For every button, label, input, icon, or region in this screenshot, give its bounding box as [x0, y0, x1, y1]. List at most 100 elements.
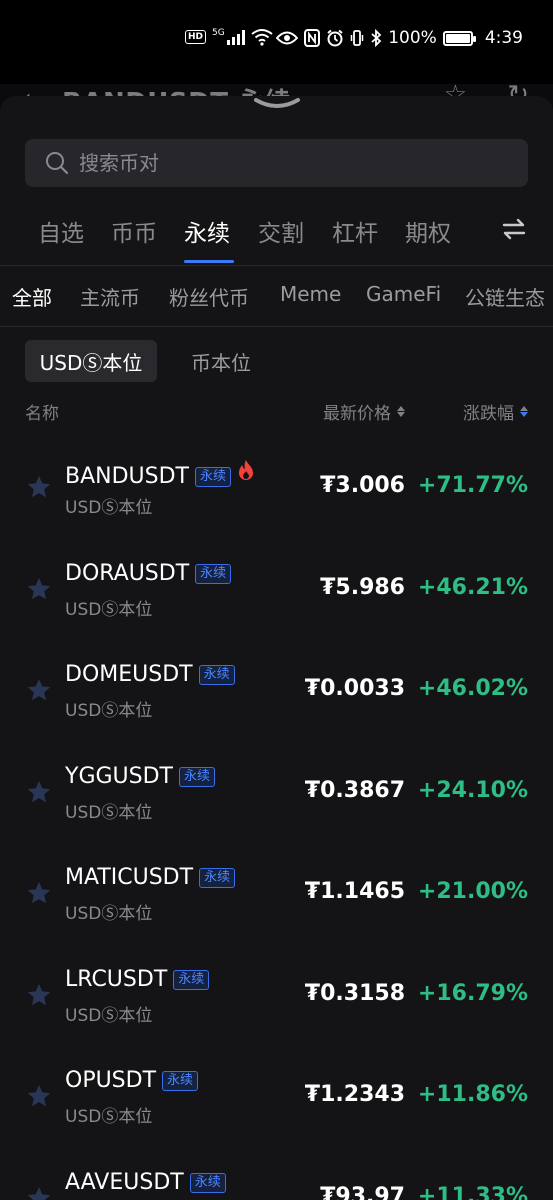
market-tabs: 自选 币币 永续 交割 杠杆 期权 [0, 204, 553, 266]
category-mainstream[interactable]: 主流币 [80, 282, 140, 311]
battery-fill [445, 33, 470, 43]
star-icon[interactable] [26, 576, 52, 602]
category-public-chain[interactable]: 公链生态 [465, 282, 545, 311]
pair-symbol: YGGUSDT [65, 763, 173, 789]
perpetual-tag: 永续 [162, 1071, 199, 1091]
segment-coin-margined[interactable]: 币本位 [172, 340, 270, 382]
pair-symbol-cell: MATICUSDT 永续 [65, 865, 236, 890]
pair-symbol-cell: YGGUSDT 永续 [65, 764, 215, 789]
pair-change: +11.33% [417, 1183, 528, 1200]
column-name: 名称 [25, 399, 59, 424]
pair-symbol: BANDUSDT [65, 464, 189, 489]
column-price-label: 最新价格 [323, 404, 391, 424]
status-bar: HD 5G 100% 4:39 [0, 0, 553, 84]
pair-symbol: DOMEUSDT [65, 662, 193, 687]
pair-margin-type: USDⓈ本位 [65, 498, 153, 518]
pair-price: ₮0.3158 [304, 980, 405, 1006]
pair-price: ₮1.1465 [304, 879, 405, 904]
category-all[interactable]: 全部 [12, 282, 52, 311]
perpetual-tag: 永续 [173, 969, 210, 990]
battery-percent: 100% [388, 28, 437, 48]
star-icon[interactable] [26, 1083, 52, 1109]
star-icon[interactable] [26, 474, 52, 500]
column-change-label: 涨跌幅 [463, 404, 514, 424]
pair-change: +24.10% [417, 777, 528, 803]
category-fan-tokens[interactable]: 粉丝代币 [169, 282, 249, 311]
pair-symbol-cell: OPUSDT 永续 [65, 1068, 199, 1093]
pair-row[interactable]: OPUSDT 永续 USDⓈ本位 ₮1.2343 +11.86% [0, 1052, 553, 1153]
pair-selector-sheet: 自选 币币 永续 交割 杠杆 期权 全部 主流币 粉丝代币 Meme GameF… [0, 96, 553, 1200]
tab-favorites[interactable]: 自选 [38, 214, 84, 248]
pair-row[interactable]: BANDUSDT 永续 USDⓈ本位 ₮3.006 +71.77% [0, 443, 553, 544]
pair-symbol-cell: BANDUSDT 永续 [65, 459, 255, 489]
perpetual-tag: 永续 [198, 665, 235, 685]
status-left: HD 5G [185, 28, 273, 46]
divider [0, 326, 553, 327]
active-tab-indicator [184, 260, 234, 263]
pair-symbol-cell: DORAUSDT 永续 [65, 560, 232, 586]
pair-symbol-cell: LRCUSDT 永续 [65, 966, 210, 992]
bluetooth-icon [371, 29, 382, 47]
tab-options[interactable]: 期权 [405, 214, 451, 248]
column-change-sort[interactable]: 涨跌幅 [463, 399, 528, 424]
pair-row[interactable]: YGGUSDT 永续 USDⓈ本位 ₮0.3867 +24.10% [0, 748, 553, 849]
column-name-label: 名称 [25, 404, 59, 424]
pair-price: ₮0.3867 [304, 777, 405, 803]
star-icon[interactable] [26, 880, 52, 906]
network-label: 5G [212, 28, 225, 38]
pair-change: +46.02% [417, 676, 528, 701]
pair-price: ₮5.986 [320, 574, 405, 600]
pair-symbol-cell: AAVEUSDT 永续 [65, 1170, 226, 1195]
pair-change: +46.21% [417, 574, 528, 600]
perpetual-tag: 永续 [178, 766, 215, 787]
clock: 4:39 [484, 28, 523, 48]
pair-symbol: OPUSDT [65, 1068, 157, 1093]
column-price-sort[interactable]: 最新价格 [323, 399, 405, 424]
eye-icon [276, 31, 299, 45]
category-tabs: 全部 主流币 粉丝代币 Meme GameFi 公链生态 [0, 266, 553, 326]
pair-margin-type: USDⓈ本位 [65, 802, 153, 823]
pair-symbol: DORAUSDT [65, 560, 190, 586]
pair-row[interactable]: DOMEUSDT 永续 USDⓈ本位 ₮0.0033 +46.02% [0, 646, 553, 747]
tab-spot[interactable]: 币币 [111, 214, 157, 248]
perpetual-tag: 永续 [189, 1172, 226, 1193]
pair-symbol: AAVEUSDT [65, 1169, 184, 1195]
fire-icon [239, 460, 254, 480]
star-icon[interactable] [26, 1185, 52, 1200]
tab-delivery[interactable]: 交割 [258, 214, 304, 248]
star-icon[interactable] [26, 677, 52, 703]
tab-perpetual[interactable]: 永续 [184, 214, 230, 248]
pair-row[interactable]: DORAUSDT 永续 USDⓈ本位 ₮5.986 +46.21% [0, 545, 553, 646]
pair-margin-type: USDⓈ本位 [65, 904, 153, 924]
pair-row[interactable]: AAVEUSDT永续USDⓈ本位₮93.97+11.33% [0, 1154, 553, 1200]
perpetual-tag: 永续 [195, 467, 232, 487]
star-icon[interactable] [26, 982, 52, 1008]
search-bar[interactable] [25, 139, 528, 187]
pair-row[interactable]: LRCUSDT 永续 USDⓈ本位 ₮0.3158 +16.79% [0, 951, 553, 1052]
pair-change: +21.00% [417, 879, 528, 904]
pair-change: +11.86% [417, 1082, 528, 1107]
search-input[interactable] [79, 151, 499, 175]
search-icon [46, 152, 69, 175]
pair-margin-type: USDⓈ本位 [65, 599, 153, 620]
pair-row[interactable]: MATICUSDT 永续 USDⓈ本位 ₮1.1465 +21.00% [0, 849, 553, 950]
star-icon[interactable] [26, 779, 52, 805]
pair-margin-type: USDⓈ本位 [65, 701, 153, 721]
pair-change: +71.77% [417, 473, 528, 498]
pair-margin-type: USDⓈ本位 [65, 1005, 153, 1026]
perpetual-tag: 永续 [195, 563, 232, 584]
pair-symbol: LRCUSDT [65, 966, 168, 992]
hd-badge: HD [185, 30, 207, 44]
sort-icon [397, 406, 405, 417]
pair-symbol: MATICUSDT [65, 865, 194, 890]
segment-usds-margined[interactable]: USDⓈ本位 [25, 340, 157, 382]
pair-price: ₮1.2343 [304, 1082, 405, 1107]
category-meme[interactable]: Meme [280, 282, 341, 306]
status-right: 100% 4:39 [276, 28, 523, 48]
category-gamefi[interactable]: GameFi [366, 282, 441, 306]
pair-price: ₮93.97 [320, 1183, 405, 1200]
tab-margin[interactable]: 杠杆 [332, 214, 378, 248]
nfc-icon [304, 29, 321, 47]
collapse-handle-icon[interactable] [252, 96, 302, 114]
swap-icon[interactable] [499, 214, 529, 244]
